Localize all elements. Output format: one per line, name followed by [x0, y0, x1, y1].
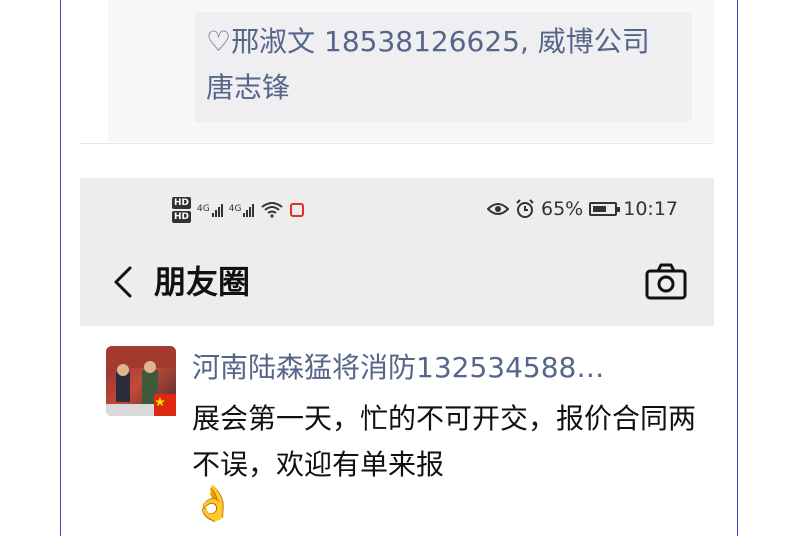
status-bar: HD HD 4G 4G 65% 10:17: [80, 178, 714, 242]
flag-icon: [154, 394, 176, 416]
wifi-icon: [261, 202, 284, 218]
battery-percent: 65%: [541, 198, 584, 220]
hd-icon: HD: [172, 197, 192, 209]
status-left-icons: HD HD 4G 4G: [172, 192, 305, 228]
frame-left-border: [60, 0, 61, 536]
signal-icon: 4G: [197, 203, 223, 217]
poster-name[interactable]: 河南陆森猛将消防132534588…: [192, 348, 692, 388]
battery-icon: [589, 202, 621, 216]
frame-right-border: [737, 0, 738, 536]
alarm-icon: [516, 199, 534, 218]
network-label: 4G: [228, 203, 242, 214]
post-text: 展会第一天，忙的不可开交，报价合同两不误，欢迎有单来报: [192, 402, 697, 481]
divider: [80, 143, 714, 144]
camera-icon[interactable]: [644, 262, 688, 302]
status-time: 10:17: [623, 198, 678, 220]
status-right-icons: 65% 10:17: [487, 198, 678, 220]
back-icon[interactable]: [102, 260, 146, 304]
network-label: 4G: [197, 203, 210, 214]
signal-icon: 4G: [228, 203, 255, 217]
hd-icon: HD: [172, 211, 192, 223]
page-title: 朋友圈: [154, 263, 251, 301]
eye-icon: [487, 203, 509, 215]
comment-likes-line-2[interactable]: 唐志锋: [206, 68, 290, 108]
comment-likes-line[interactable]: ♡邢淑文 18538126625, 威博公司: [206, 22, 650, 62]
nav-bar: 朋友圈: [80, 242, 714, 326]
hd-icons: HD HD: [172, 197, 192, 223]
ok-hand-emoji: 👌: [192, 484, 235, 524]
comment-box: ♡邢淑文 18538126625, 威博公司 唐志锋: [194, 12, 692, 122]
moment-post: 河南陆森猛将消防132534588… 展会第一天，忙的不可开交，报价合同两不误，…: [80, 326, 714, 536]
screen-record-icon: [290, 203, 305, 217]
